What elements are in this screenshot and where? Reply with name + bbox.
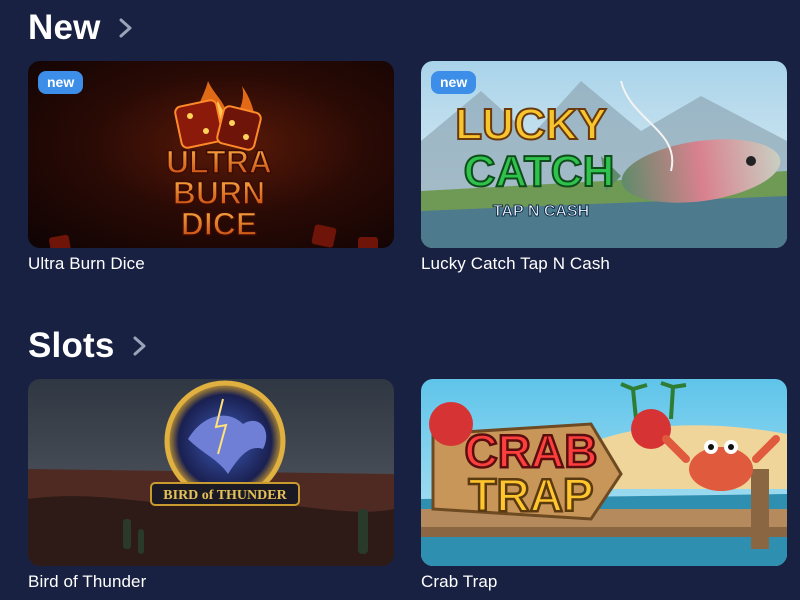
lucky-catch-art: LUCKY CATCH TAP N CASH [421, 61, 787, 248]
new-badge: new [431, 71, 477, 94]
game-thumbnail[interactable]: CRAB TRAP [421, 379, 787, 566]
section-header-new[interactable]: New [28, 8, 135, 48]
game-title: Lucky Catch Tap N Cash [421, 254, 610, 273]
game-thumbnail[interactable]: ULTRA BURN DICE new [28, 61, 394, 248]
game-thumbnail[interactable]: LUCKY CATCH TAP N CASH new [421, 61, 787, 248]
game-title: Ultra Burn Dice [28, 254, 145, 273]
bird-of-thunder-art: BIRD of THUNDER [28, 379, 394, 566]
art-title-line: TRAP [468, 469, 593, 521]
new-badge: new [38, 71, 84, 94]
game-card-lucky-catch[interactable]: LUCKY CATCH TAP N CASH new Lucky Catch T… [421, 61, 787, 274]
game-card-bird-of-thunder[interactable]: BIRD of THUNDER Bird of Thunder [28, 379, 394, 592]
section-title: New [28, 8, 101, 47]
section-header-slots[interactable]: Slots [28, 326, 149, 366]
art-title-line: BIRD of THUNDER [163, 488, 287, 503]
art-title-line: CATCH [464, 147, 615, 196]
art-title-line: TAP N CASH [493, 203, 589, 220]
section-title: Slots [28, 326, 115, 365]
art-title-line: LUCKY [455, 100, 607, 149]
chevron-right-icon[interactable] [115, 17, 135, 39]
game-card-crab-trap[interactable]: CRAB TRAP Crab Trap [421, 379, 787, 592]
game-thumbnail[interactable]: BIRD of THUNDER [28, 379, 394, 566]
game-card-ultra-burn-dice[interactable]: ULTRA BURN DICE new Ultra Burn Dice [28, 61, 394, 274]
game-title: Crab Trap [421, 572, 498, 591]
art-title-line: DICE [181, 206, 257, 242]
ultra-burn-dice-art: ULTRA BURN DICE [28, 61, 394, 248]
game-title: Bird of Thunder [28, 572, 147, 591]
chevron-right-icon[interactable] [129, 335, 149, 357]
crab-trap-art: CRAB TRAP [421, 379, 787, 566]
